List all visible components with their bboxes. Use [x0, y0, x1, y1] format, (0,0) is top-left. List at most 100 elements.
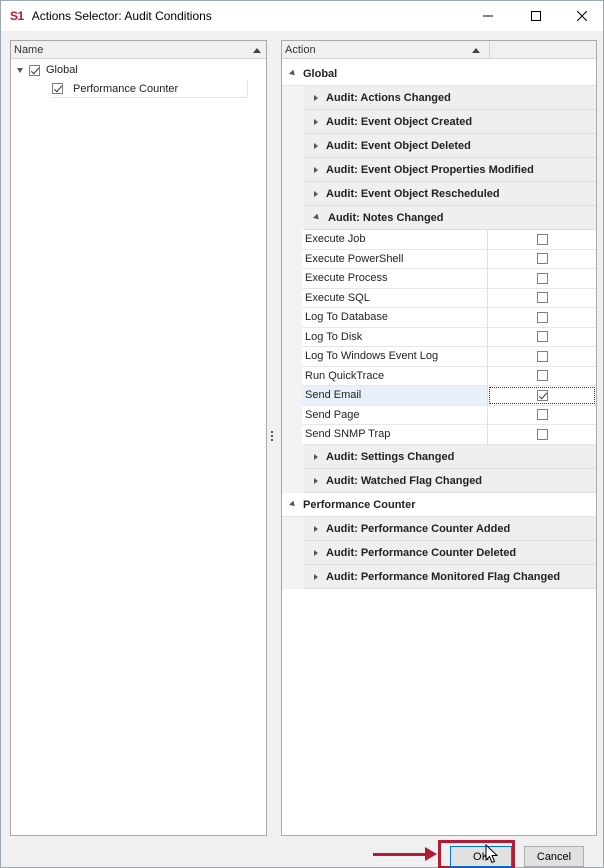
- cancel-button[interactable]: Cancel: [524, 846, 584, 867]
- action-checkbox[interactable]: [536, 311, 548, 323]
- sort-asc-icon: [253, 47, 261, 53]
- tree-node-global[interactable]: Global: [17, 61, 78, 79]
- subgroup-row[interactable]: Audit: Watched Flag Changed: [304, 469, 596, 493]
- action-row[interactable]: Execute Job: [302, 230, 596, 250]
- title-bar: S1 Actions Selector: Audit Conditions: [1, 1, 603, 31]
- tree-node-performance-counter[interactable]: Performance Counter: [52, 80, 248, 98]
- expand-icon[interactable]: [314, 94, 318, 101]
- subgroup-label: Audit: Actions Changed: [326, 91, 451, 104]
- action-name: Send SNMP Trap: [302, 425, 488, 444]
- action-checkbox[interactable]: [536, 253, 548, 265]
- collapse-icon[interactable]: [313, 213, 321, 222]
- expand-icon[interactable]: [314, 525, 318, 532]
- maximize-icon: [531, 11, 541, 21]
- action-name: Execute Process: [302, 269, 488, 288]
- expand-icon[interactable]: [314, 573, 318, 580]
- action-column-label: Action: [285, 43, 316, 56]
- tree-checkbox-global[interactable]: [29, 64, 40, 76]
- expand-icon[interactable]: [17, 67, 23, 73]
- close-button[interactable]: [559, 1, 604, 31]
- action-checkbox-checked[interactable]: [536, 389, 548, 401]
- group-row-global[interactable]: Global: [282, 62, 596, 86]
- action-checkbox[interactable]: [536, 272, 548, 284]
- action-name: Run QuickTrace: [302, 366, 488, 385]
- expand-icon[interactable]: [314, 166, 318, 173]
- action-name: Execute Job: [302, 230, 488, 249]
- action-checkbox[interactable]: [536, 409, 548, 421]
- expand-icon[interactable]: [314, 549, 318, 556]
- group-indent-gutter: [282, 86, 304, 500]
- tree-checkbox-performance-counter[interactable]: [52, 83, 63, 94]
- action-checkbox[interactable]: [536, 350, 548, 362]
- subgroup-label: Audit: Performance Monitored Flag Change…: [326, 570, 561, 583]
- action-row[interactable]: Execute PowerShell: [302, 249, 596, 269]
- mouse-cursor-icon: [485, 844, 499, 864]
- group-indent-gutter: [282, 517, 304, 589]
- conditions-tree[interactable]: Name Global Performance Counter: [10, 40, 267, 836]
- action-name: Send Email: [302, 386, 488, 405]
- action-row[interactable]: Execute Process: [302, 269, 596, 289]
- minimize-icon: [483, 15, 493, 17]
- subgroup-row[interactable]: Audit: Performance Counter Deleted: [304, 541, 596, 565]
- subgroup-row[interactable]: Audit: Performance Counter Added: [304, 517, 596, 541]
- subgroup-label: Audit: Performance Counter Deleted: [326, 546, 517, 559]
- subgroup-row[interactable]: Audit: Event Object Created: [304, 110, 596, 134]
- subgroup-row[interactable]: Audit: Performance Monitored Flag Change…: [304, 565, 596, 589]
- maximize-button[interactable]: [513, 1, 559, 31]
- ok-button[interactable]: OK: [450, 846, 512, 867]
- subgroup-label: Audit: Event Object Properties Modified: [326, 163, 534, 176]
- action-row-selected[interactable]: Send Email: [302, 386, 596, 406]
- action-row[interactable]: Send Page: [302, 405, 596, 425]
- action-row[interactable]: Log To Database: [302, 308, 596, 328]
- subgroup-label: Audit: Event Object Created: [326, 115, 473, 128]
- action-checkbox[interactable]: [536, 370, 548, 382]
- action-row[interactable]: Execute SQL: [302, 288, 596, 308]
- expand-icon[interactable]: [314, 190, 318, 197]
- action-checkbox[interactable]: [536, 233, 548, 245]
- subgroup-label: Audit: Notes Changed: [328, 211, 444, 224]
- subgroup-row[interactable]: Audit: Actions Changed: [304, 86, 596, 110]
- expand-icon[interactable]: [314, 453, 318, 460]
- name-column-header[interactable]: Name: [11, 41, 266, 59]
- selected-column-header[interactable]: [490, 41, 596, 59]
- collapse-icon[interactable]: [289, 69, 297, 78]
- window-title: Actions Selector: Audit Conditions: [31, 9, 212, 23]
- minimize-button[interactable]: [465, 1, 511, 31]
- tree-node-label: Performance Counter: [73, 82, 179, 95]
- actions-grid[interactable]: Action Global Audit: Actions Changed Aud…: [281, 40, 597, 836]
- tree-header: Name: [11, 41, 266, 59]
- subgroup-row[interactable]: Audit: Settings Changed: [304, 445, 596, 469]
- expand-icon[interactable]: [314, 477, 318, 484]
- app-logo: S1: [10, 9, 24, 23]
- group-row-performance-counter[interactable]: Performance Counter: [282, 493, 596, 517]
- name-column-label: Name: [14, 43, 44, 56]
- annotation-arrow-line: [373, 853, 427, 856]
- expand-icon[interactable]: [314, 118, 318, 125]
- dialog-window: S1 Actions Selector: Audit Conditions Na…: [0, 0, 604, 868]
- action-row[interactable]: Log To Windows Event Log: [302, 347, 596, 367]
- subgroup-row[interactable]: Audit: Event Object Properties Modified: [304, 158, 596, 182]
- action-row[interactable]: Log To Disk: [302, 327, 596, 347]
- action-checkbox[interactable]: [536, 331, 548, 343]
- subgroup-row[interactable]: Audit: Event Object Rescheduled: [304, 182, 596, 206]
- subgroup-row-notes-changed[interactable]: Audit: Notes Changed: [304, 206, 596, 230]
- action-name: Log To Windows Event Log: [302, 347, 488, 366]
- annotation-arrow-icon: [425, 847, 437, 861]
- action-row[interactable]: Send SNMP Trap: [302, 425, 596, 445]
- subgroup-row[interactable]: Audit: Event Object Deleted: [304, 134, 596, 158]
- tree-node-label: Global: [46, 64, 78, 76]
- subgroup-label: Audit: Settings Changed: [326, 450, 455, 463]
- action-name: Execute SQL: [302, 288, 488, 307]
- cancel-button-label: Cancel: [536, 850, 572, 863]
- action-column-header[interactable]: Action: [282, 41, 490, 59]
- action-row[interactable]: Run QuickTrace: [302, 366, 596, 386]
- action-checkbox[interactable]: [536, 292, 548, 304]
- collapse-icon[interactable]: [289, 500, 297, 509]
- pane-splitter[interactable]: [271, 431, 274, 445]
- action-checkbox[interactable]: [536, 428, 548, 440]
- expand-icon[interactable]: [314, 142, 318, 149]
- close-icon: [577, 11, 587, 21]
- action-name: Log To Disk: [302, 327, 488, 346]
- actions-header: Action: [282, 41, 596, 59]
- action-name: Send Page: [302, 405, 488, 424]
